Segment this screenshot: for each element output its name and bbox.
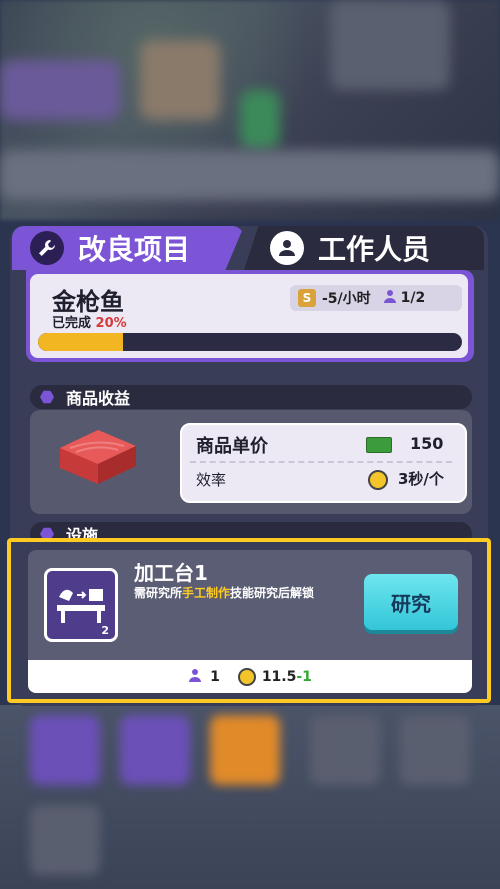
- clock-icon: [237, 667, 256, 686]
- station-name: 加工台1: [134, 561, 208, 585]
- coin-icon: S: [298, 289, 316, 307]
- person-icon: [270, 231, 304, 265]
- divider: [190, 461, 452, 463]
- efficiency-value: 3秒/个: [398, 470, 444, 488]
- desc-suffix: 技能研究后解锁: [230, 586, 315, 600]
- station-unlock-requirement: 需研究所手工制作技能研究后解锁: [134, 584, 314, 601]
- game-scene-background: [0, 0, 500, 220]
- tab-label: 工作人员: [318, 233, 431, 266]
- item-stats: S -5/小时 1/2: [290, 285, 462, 311]
- tab-label: 改良项目: [78, 233, 191, 266]
- hexagon-icon: [40, 390, 54, 404]
- desc-prefix: 需研究所: [134, 586, 183, 600]
- station-level: 2: [101, 624, 109, 637]
- clock-icon: [368, 470, 388, 490]
- progress-fill: [38, 333, 123, 351]
- wrench-icon: [30, 231, 64, 265]
- income-rate: -5/小时: [322, 291, 371, 307]
- done-text: 已完成: [52, 316, 92, 331]
- efficiency-label: 效率: [196, 471, 227, 489]
- tuna-product-icon: [58, 424, 136, 484]
- completion-label: 已完成 20%: [52, 312, 127, 331]
- income-section-header: 商品收益: [30, 385, 472, 409]
- price-label: 商品单价: [196, 436, 268, 457]
- tab-upgrade-projects[interactable]: 改良项目: [12, 226, 244, 270]
- workstation-icon: 2: [44, 568, 118, 642]
- done-percent: 20%: [95, 316, 127, 331]
- worker-icon: [188, 668, 202, 686]
- station-grid-background: [0, 705, 500, 889]
- station-time: 11.5: [261, 668, 297, 685]
- research-button[interactable]: 研究: [364, 574, 458, 630]
- price-value: 150: [410, 434, 444, 453]
- upgrade-progress-bar: [38, 333, 462, 351]
- cash-icon: [366, 437, 392, 453]
- worker-icon: [383, 289, 397, 307]
- station-footer: 1 11.5 -1: [28, 660, 472, 693]
- worker-count: 1/2: [400, 290, 426, 306]
- tab-staff[interactable]: 工作人员: [244, 226, 484, 270]
- station-worker-count: 1: [210, 668, 220, 685]
- section-title: 商品收益: [66, 389, 131, 408]
- station-time-delta: -1: [296, 668, 312, 685]
- desc-highlight: 手工制作: [182, 586, 231, 600]
